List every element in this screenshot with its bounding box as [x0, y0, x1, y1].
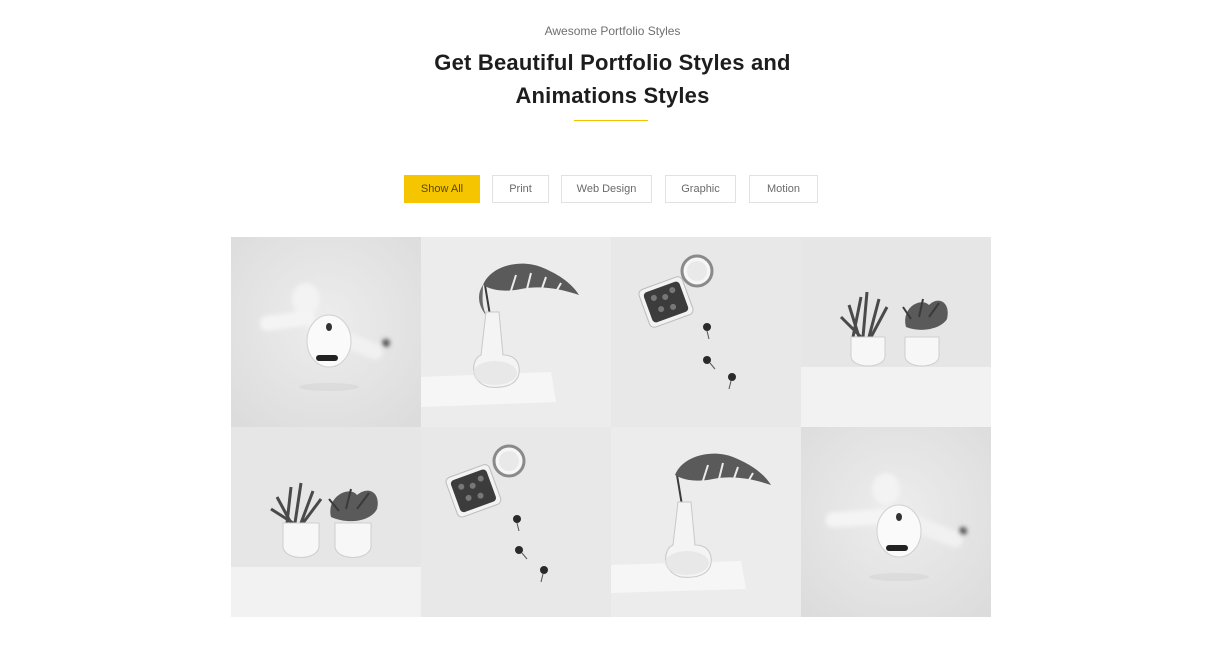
filter-show-all-button[interactable]: Show All	[404, 175, 480, 203]
filter-graphic-button[interactable]: Graphic	[665, 175, 736, 203]
title-underline	[574, 120, 648, 121]
earbuds-photo	[231, 237, 421, 427]
plant-vase-photo	[421, 237, 611, 427]
portfolio-item-potted-plants[interactable]	[801, 237, 991, 427]
section-title-line2: Animations Styles	[515, 83, 710, 108]
pins-jar-photo	[611, 237, 801, 427]
filter-print-button[interactable]: Print	[492, 175, 549, 203]
section-subtitle: Awesome Portfolio Styles	[544, 24, 681, 38]
portfolio-item-pins-jar[interactable]	[611, 237, 801, 427]
filter-web-design-button[interactable]: Web Design	[561, 175, 652, 203]
potted-plants-photo	[801, 237, 991, 427]
portfolio-filter-bar: Show All Print Web Design Graphic Motion	[0, 175, 1225, 203]
filter-motion-button[interactable]: Motion	[749, 175, 818, 203]
section-title-line1: Get Beautiful Portfolio Styles and	[434, 50, 791, 75]
portfolio-item-plant-vase[interactable]	[421, 237, 611, 427]
plant-vase-photo	[611, 427, 801, 617]
portfolio-grid	[231, 237, 991, 617]
potted-plants-photo	[231, 427, 421, 617]
section-title: Get Beautiful Portfolio Styles and Anima…	[0, 46, 1225, 112]
portfolio-item-earbuds[interactable]	[231, 237, 421, 427]
portfolio-item-pins-jar[interactable]	[421, 427, 611, 617]
portfolio-item-earbuds[interactable]	[801, 427, 991, 617]
pins-jar-photo	[421, 427, 611, 617]
earbuds-photo	[801, 427, 991, 617]
portfolio-item-potted-plants[interactable]	[231, 427, 421, 617]
portfolio-item-plant-vase[interactable]	[611, 427, 801, 617]
